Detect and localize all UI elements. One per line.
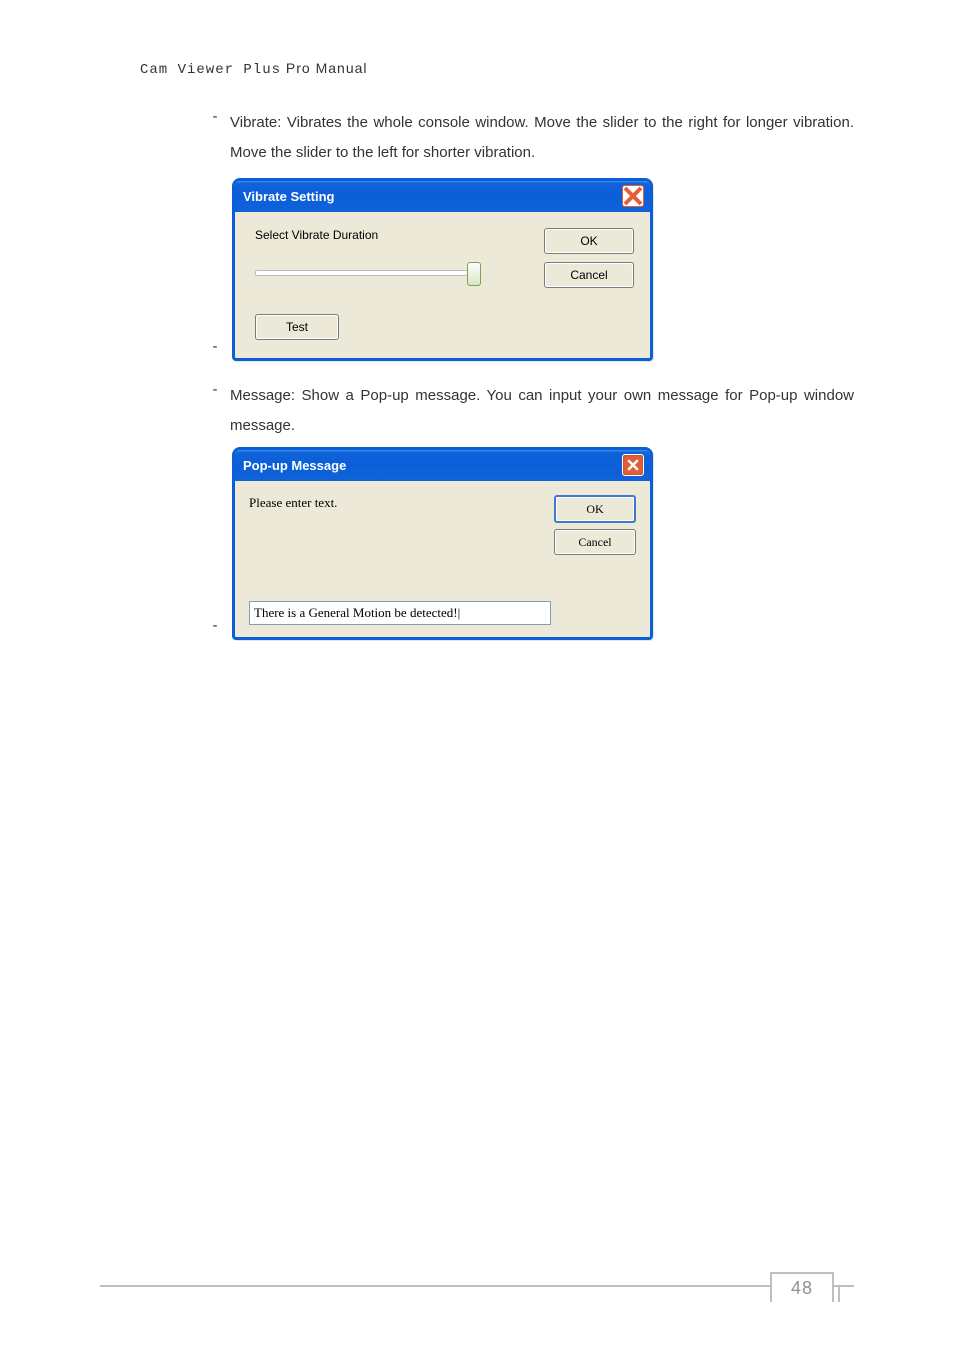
message-description: Message: Show a Pop-up message. You can … <box>230 381 854 441</box>
bullet-dash: - <box>200 338 230 361</box>
popup-enter-text-label: Please enter text. <box>249 495 544 511</box>
footer-divider <box>100 1285 854 1287</box>
bullet-dash: - <box>200 381 230 398</box>
duration-slider[interactable] <box>255 260 475 288</box>
vibrate-setting-dialog: Vibrate Setting Select Vibrate Duration … <box>232 178 653 361</box>
slider-thumb[interactable] <box>467 262 481 286</box>
cancel-button[interactable]: Cancel <box>554 529 636 555</box>
close-icon[interactable] <box>622 185 644 207</box>
close-icon[interactable] <box>622 454 644 476</box>
page-footer: 48 <box>0 1272 854 1300</box>
header-suffix: Pro Manual <box>281 60 367 76</box>
ok-button[interactable]: OK <box>544 228 634 254</box>
ok-button[interactable]: OK <box>554 495 636 523</box>
page-header: Cam Viewer Plus Pro Manual <box>140 60 854 78</box>
bullet-dash: - <box>200 108 230 125</box>
dialog-title: Vibrate Setting <box>243 189 335 204</box>
dialog-titlebar[interactable]: Pop-up Message <box>235 450 650 481</box>
popup-message-dialog: Pop-up Message Please enter text. OK Can… <box>232 447 653 640</box>
page-number: 48 <box>770 1272 834 1302</box>
list-item-message: - Message: Show a Pop-up message. You ca… <box>200 381 854 441</box>
dialog-title: Pop-up Message <box>243 458 346 473</box>
slider-track <box>255 270 475 276</box>
cancel-button[interactable]: Cancel <box>544 262 634 288</box>
header-prefix: Cam Viewer Plus <box>140 62 281 78</box>
footer-stub <box>838 1285 854 1302</box>
list-item-vibrate: - Vibrate: Vibrates the whole console wi… <box>200 108 854 168</box>
vibrate-description: Vibrate: Vibrates the whole console wind… <box>230 108 854 168</box>
popup-message-input[interactable] <box>249 601 551 625</box>
dialog-titlebar[interactable]: Vibrate Setting <box>235 181 650 212</box>
test-button[interactable]: Test <box>255 314 339 340</box>
bullet-dash: - <box>200 617 230 640</box>
vibrate-duration-label: Select Vibrate Duration <box>255 228 532 242</box>
